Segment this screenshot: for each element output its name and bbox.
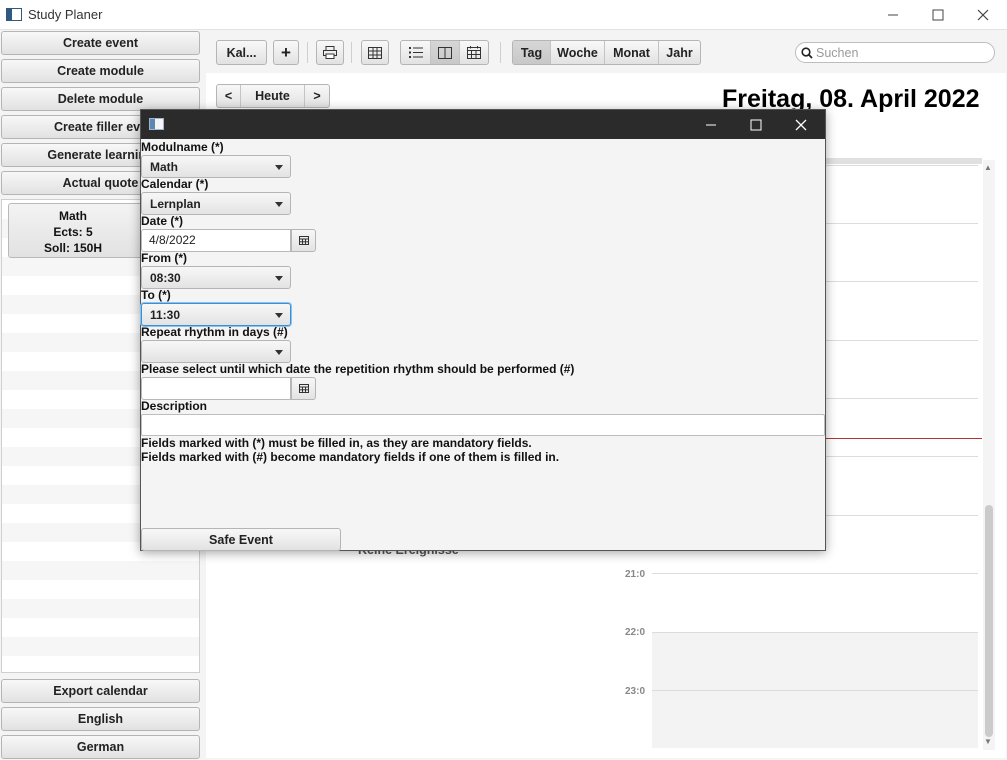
module-name: Math [59,209,87,223]
chevron-down-icon [275,276,283,281]
study-planer-window: Study Planer Create event Create module … [0,0,1007,760]
chevron-down-icon [275,313,283,318]
scroll-down-icon[interactable]: ▼ [984,737,992,746]
calendar-icon [298,384,309,393]
chevron-down-icon [275,202,283,207]
close-icon [977,9,989,21]
from-label: From (*) [141,251,187,265]
to-label: To (*) [141,288,171,302]
create-module-button[interactable]: Create module [1,59,200,83]
next-day-button[interactable]: > [305,85,329,107]
maximize-icon [750,119,762,130]
date-picker-button[interactable] [291,229,316,252]
previous-day-button[interactable]: < [217,85,241,107]
close-icon [795,119,807,130]
table-icon [368,46,382,59]
create-event-button[interactable]: Create event [1,31,200,55]
toolbar-separator [500,42,501,63]
scrollbar-thumb[interactable] [985,505,993,737]
print-icon [323,46,337,59]
module-target-hours: Soll: 150H [43,241,103,255]
list-icon [408,47,423,58]
view-year-button[interactable]: Jahr [659,41,700,64]
description-input[interactable] [141,414,825,436]
minimize-icon [888,14,898,16]
add-button[interactable]: + [273,40,299,65]
print-button[interactable] [316,40,344,65]
hour-label: 22:0 [625,627,646,638]
view-month-button[interactable]: Monat [605,41,659,64]
module-name-combobox[interactable]: Math [141,155,291,178]
calendar-layout-button[interactable] [460,41,488,64]
view-week-button[interactable]: Woche [551,41,605,64]
search-input[interactable]: Suchen [795,42,995,63]
description-label: Description [141,399,208,413]
save-event-button[interactable]: Safe Event [141,528,341,551]
dialog-titlebar [141,110,825,139]
page-view-button[interactable] [361,40,389,65]
view-day-button[interactable]: Tag [513,41,551,64]
search-icon [801,47,813,59]
module-name-label: Modulname (*) [141,140,224,154]
repeat-rhythm-combobox[interactable] [141,340,291,363]
conditional-note: Fields marked with (#) become mandatory … [141,450,560,464]
maximize-button[interactable] [920,4,956,26]
calendar-value: Lernplan [150,197,201,211]
dialog-app-icon [149,118,164,130]
date-navigation: < Heute > [216,84,330,108]
calendar-icon [467,46,481,59]
english-button[interactable]: English [1,707,200,731]
window-titlebar: Study Planer [0,0,1007,30]
from-time-combobox[interactable]: 08:30 [141,266,291,289]
view-switcher: Tag Woche Monat Jahr [512,40,701,65]
module-ects: Ects: 5 [53,225,93,239]
minimize-button[interactable] [875,4,911,26]
calendar-label: Calendar (*) [141,177,209,191]
to-time-value: 11:30 [150,308,181,322]
search-placeholder: Suchen [816,46,859,60]
hour-label: 23:0 [625,686,646,697]
split-layout-button[interactable] [431,41,460,64]
export-calendar-button[interactable]: Export calendar [1,679,200,703]
minimize-icon [706,124,716,125]
date-input[interactable]: 4/8/2022 [141,229,291,252]
mandatory-note: Fields marked with (*) must be filled in… [141,436,532,450]
module-name-value: Math [150,160,178,174]
create-event-dialog: Modulname (*) Math Calendar (*) Lernplan… [140,109,826,551]
scroll-up-icon[interactable]: ▲ [984,163,992,172]
repeat-until-date-picker [141,377,316,400]
repeat-until-label: Please select until which date the repet… [141,362,575,376]
german-button[interactable]: German [1,735,200,759]
calendars-button[interactable]: Kal... [216,40,267,65]
app-icon [6,8,22,21]
today-button[interactable]: Heute [241,85,305,107]
repeat-until-input[interactable] [141,377,291,400]
list-layout-button[interactable] [401,41,431,64]
calendar-icon [298,236,309,245]
repeat-until-picker-button[interactable] [291,377,316,400]
calendar-combobox[interactable]: Lernplan [141,192,291,215]
chevron-down-icon [275,165,283,170]
toolbar-separator [351,42,352,63]
date-label: Date (*) [141,214,184,228]
maximize-icon [932,9,944,21]
dialog-minimize-button[interactable] [696,114,726,135]
window-title: Study Planer [28,7,103,22]
layout-toggle-group [400,40,489,65]
close-button[interactable] [965,4,1001,26]
date-picker: 4/8/2022 [141,229,316,252]
columns-icon [438,46,452,59]
dialog-close-button[interactable] [786,114,816,135]
repeat-rhythm-label: Repeat rhythm in days (#) [141,325,288,339]
from-time-value: 08:30 [150,271,181,285]
to-time-combobox[interactable]: 11:30 [141,303,291,326]
toolbar-separator [307,42,308,63]
delete-module-button[interactable]: Delete module [1,87,200,111]
dialog-maximize-button[interactable] [741,114,771,135]
chevron-down-icon [275,350,283,355]
hour-label: 21:0 [625,569,646,580]
